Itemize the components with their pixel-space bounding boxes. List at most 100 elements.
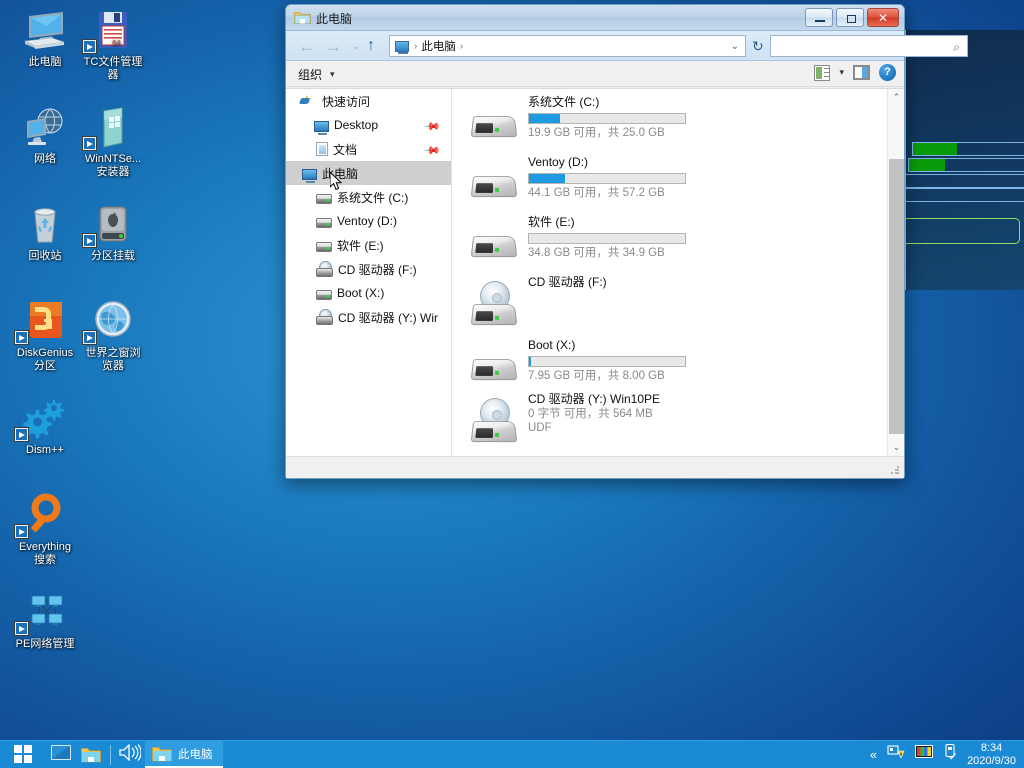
- active-task-this-pc[interactable]: 此电脑: [145, 741, 223, 768]
- view-caret-icon[interactable]: ▾: [839, 67, 844, 78]
- sidebar-item-cd-drive-y[interactable]: CD 驱动器 (Y:) Wir: [286, 305, 451, 329]
- drive-item-d[interactable]: Ventoy (D:) 44.1 GB 可用，共 57.2 GB: [470, 155, 790, 200]
- sidebar-item-quick-access[interactable]: 快速访问: [286, 89, 451, 113]
- sidebar-item-drive-d[interactable]: Ventoy (D:): [286, 209, 451, 233]
- drive-item-cd-y[interactable]: CD 驱动器 (Y:) Win10PE 0 字节 可用，共 564 MB UDF: [470, 392, 790, 435]
- scroll-down-icon[interactable]: ⌄: [888, 439, 904, 456]
- desktop-icon-pe-network-manager[interactable]: PE网络管理: [8, 590, 82, 651]
- scrollbar-thumb[interactable]: [889, 159, 904, 434]
- drive-name: Ventoy (D:): [528, 155, 790, 170]
- breadcrumb-item[interactable]: 此电脑: [421, 38, 456, 54]
- hard-drive-large-icon: [470, 221, 518, 261]
- clock-time: 8:34: [967, 742, 1016, 755]
- up-arrow-icon[interactable]: ↑: [367, 37, 375, 55]
- active-task-label: 此电脑: [178, 746, 213, 762]
- contents-pane[interactable]: 系统文件 (C:) 19.9 GB 可用，共 25.0 GB Ventoy (D…: [452, 89, 904, 456]
- drive-item-c[interactable]: 系统文件 (C:) 19.9 GB 可用，共 25.0 GB: [470, 95, 790, 140]
- explorer-toolbar[interactable]: 组织 ▾ ▾ ?: [286, 61, 904, 87]
- desktop-icon-recycle-bin[interactable]: 回收站: [8, 202, 82, 263]
- search-input[interactable]: ⌕: [770, 35, 968, 57]
- volume-taskbar-button[interactable]: [115, 741, 145, 768]
- desktop-icon-partition-mount[interactable]: 分区挂载: [76, 202, 150, 263]
- refresh-icon[interactable]: ↻: [752, 38, 764, 55]
- sidebar-item-label: CD 驱动器 (F:): [338, 261, 417, 278]
- sidebar-item-drive-c[interactable]: 系统文件 (C:): [286, 185, 451, 209]
- desktop-icon-winntsetup[interactable]: WinNTSe... 安装器: [76, 105, 150, 178]
- close-button[interactable]: ✕: [867, 8, 899, 27]
- taskbar[interactable]: 此电脑 «: [0, 740, 1024, 768]
- drive-usage-bar: [528, 356, 686, 367]
- magnifier-icon: [8, 493, 82, 539]
- system-tray[interactable]: « 8:3: [870, 742, 1024, 768]
- minimize-button[interactable]: [805, 8, 833, 27]
- safely-remove-usb-icon[interactable]: [943, 744, 957, 765]
- sidebar-item-drive-x[interactable]: Boot (X:): [286, 281, 451, 305]
- file-explorer-icon: [152, 746, 172, 762]
- drive-item-x[interactable]: Boot (X:) 7.95 GB 可用，共 8.00 GB: [470, 338, 790, 383]
- file-explorer-taskbar-button[interactable]: [76, 741, 106, 768]
- desktop-icon-world-browser[interactable]: 世界之窗浏 览器: [76, 299, 150, 372]
- organize-caret-icon[interactable]: ▾: [330, 69, 335, 80]
- windows-logo-icon: [14, 745, 33, 764]
- drive-filesystem: UDF: [528, 421, 790, 435]
- display-color-icon[interactable]: [915, 745, 933, 765]
- chevron-down-icon[interactable]: ⌄: [731, 41, 739, 52]
- show-desktop-button[interactable]: [46, 741, 76, 768]
- desktop-icon-network[interactable]: 网络: [8, 105, 82, 166]
- drive-item-cd-f[interactable]: CD 驱动器 (F:): [470, 275, 790, 290]
- history-dropdown-icon[interactable]: ⌄: [352, 41, 360, 52]
- sidebar-item-label: 系统文件 (C:): [337, 189, 408, 206]
- progress-bar-1-fill: [913, 143, 957, 155]
- start-button[interactable]: [0, 741, 46, 768]
- desktop-icon-diskgenius[interactable]: DiskGenius 分区: [8, 299, 82, 372]
- progress-bar-3: [904, 174, 1024, 188]
- background-window-button[interactable]: [902, 218, 1020, 244]
- pin-icon[interactable]: 📌: [423, 117, 442, 136]
- folder-icon: [294, 10, 311, 24]
- drive-item-e[interactable]: 软件 (E:) 34.8 GB 可用，共 34.9 GB: [470, 215, 790, 260]
- desktop-icon-label: PE网络管理: [8, 638, 82, 651]
- quick-access-star-icon: [300, 94, 317, 109]
- desktop-icon-everything-search[interactable]: Everything 搜索: [8, 493, 82, 566]
- progress-bar-2: [908, 158, 1024, 172]
- desktop-icon-label: Everything 搜索: [8, 541, 82, 566]
- apple-disk-icon: [76, 202, 150, 248]
- pin-icon[interactable]: 📌: [423, 141, 442, 160]
- navigation-pane[interactable]: 快速访问 Desktop 📌 文档 📌 此电脑 系统文件 (C:): [286, 89, 452, 456]
- clock[interactable]: 8:34 2020/9/30: [967, 742, 1016, 768]
- tray-expand-icon[interactable]: «: [870, 747, 877, 762]
- sidebar-item-this-pc[interactable]: 此电脑: [286, 161, 451, 185]
- vertical-scrollbar[interactable]: ⌃ ⌄: [887, 89, 904, 456]
- desktop-icon-this-pc[interactable]: 此电脑: [8, 8, 82, 69]
- sidebar-item-documents[interactable]: 文档 📌: [286, 137, 451, 161]
- shortcut-overlay-icon: [15, 622, 28, 635]
- drive-name: 软件 (E:): [528, 215, 790, 230]
- background-app-window[interactable]: rocessor: [902, 30, 1024, 290]
- preview-pane-icon[interactable]: [853, 65, 870, 80]
- window-controls[interactable]: ✕: [805, 8, 899, 27]
- sidebar-item-label: CD 驱动器 (Y:) Wir: [338, 309, 438, 326]
- view-options-icon[interactable]: [814, 65, 830, 81]
- hard-drive-icon: [316, 290, 332, 300]
- drive-capacity-text: 7.95 GB 可用，共 8.00 GB: [528, 369, 790, 383]
- address-bar[interactable]: › 此电脑 › ⌄: [389, 35, 746, 57]
- explorer-navigation-bar[interactable]: ← → ⌄ ↑ › 此电脑 › ⌄ ↻ ⌕: [286, 31, 904, 61]
- file-explorer-window[interactable]: 此电脑 ✕ ← → ⌄ ↑ › 此电脑 › ⌄ ↻ ⌕: [285, 4, 905, 479]
- scroll-up-icon[interactable]: ⌃: [888, 89, 904, 106]
- back-arrow-icon[interactable]: ←: [298, 37, 315, 57]
- sidebar-item-desktop[interactable]: Desktop 📌: [286, 113, 451, 137]
- explorer-title-bar[interactable]: 此电脑 ✕: [286, 5, 904, 31]
- desktop-icon-tc-file-manager[interactable]: 64 TC文件管理 器: [76, 8, 150, 81]
- desktop-icon-dism-plus-plus[interactable]: Dism++: [8, 396, 82, 457]
- forward-arrow-icon[interactable]: →: [325, 37, 342, 57]
- sidebar-item-drive-e[interactable]: 软件 (E:): [286, 233, 451, 257]
- maximize-button[interactable]: [836, 8, 864, 27]
- resize-grip-icon[interactable]: [891, 466, 900, 475]
- help-icon[interactable]: ?: [879, 64, 896, 81]
- sidebar-item-cd-drive-f[interactable]: CD 驱动器 (F:): [286, 257, 451, 281]
- network-nodes-icon: [8, 590, 82, 636]
- cd-drive-icon: [316, 262, 333, 277]
- network-warning-icon[interactable]: [887, 745, 905, 765]
- toolbar-right-group[interactable]: ▾ ?: [814, 64, 896, 81]
- organize-button[interactable]: 组织: [298, 66, 322, 83]
